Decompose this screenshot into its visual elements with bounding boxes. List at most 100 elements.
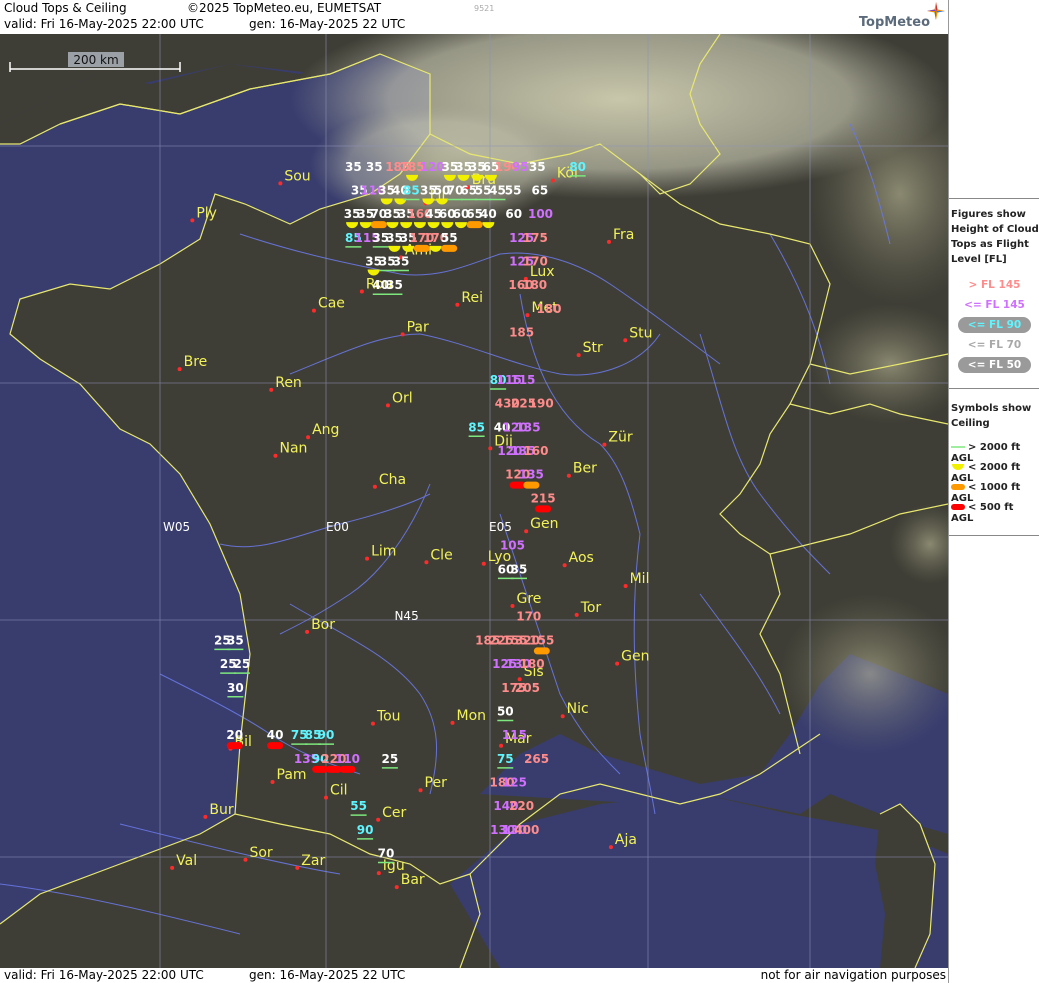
cloud-map[interactable]: 200 km W05E00E05N45 SouPlyBruLilKölAmiFr… — [0, 34, 948, 968]
cloud-top-value: 115 — [510, 373, 535, 387]
city-dot — [269, 387, 274, 392]
city-dot — [450, 720, 455, 725]
city-label[interactable]: Sor — [249, 845, 272, 861]
city-label[interactable]: Ang — [312, 422, 339, 438]
grid-label: W05 — [163, 520, 190, 534]
ceiling-critical-marker — [267, 742, 284, 750]
city-label[interactable]: Tou — [376, 709, 401, 725]
cloud-top-value: 170 — [523, 255, 548, 269]
cloud-top-value: 65 — [532, 184, 549, 198]
cloud-top-value: 60 — [505, 207, 522, 221]
city-dot — [574, 612, 579, 617]
cloud-top-value: 185 — [509, 326, 534, 340]
city-label[interactable]: Cha — [379, 472, 406, 488]
city-dot — [608, 845, 613, 850]
city-label[interactable]: Zür — [608, 430, 632, 446]
city-label[interactable]: Ren — [275, 375, 302, 391]
city-dot — [602, 442, 607, 447]
city-label[interactable]: Per — [425, 775, 448, 791]
city-label[interactable]: Stu — [629, 325, 652, 341]
city-label[interactable]: Gen — [530, 516, 558, 532]
map-footer: valid: Fri 16-May-2025 22:00 UTC gen: 16… — [0, 968, 948, 983]
city-label[interactable]: Orl — [392, 390, 413, 406]
city-label[interactable]: Gre — [516, 591, 541, 607]
cloud-top-value: 85 — [468, 420, 485, 434]
city-label[interactable]: Fra — [613, 227, 634, 243]
figures-legend-item: <= FL 70 — [949, 339, 1039, 351]
figures-title-line: Figures show — [951, 209, 1026, 220]
city-dot — [455, 302, 460, 307]
city-label[interactable]: Mon — [456, 708, 486, 724]
city-dot — [170, 865, 175, 870]
city-label[interactable]: Zar — [301, 853, 325, 869]
cloud-top-value: 265 — [524, 752, 549, 766]
city-label[interactable]: Cae — [318, 296, 345, 312]
city-dot — [370, 721, 375, 726]
city-dot — [623, 338, 628, 343]
cloud-top-value: 180 — [536, 302, 561, 316]
city-dot — [550, 178, 555, 183]
city-label[interactable]: Nic — [567, 701, 589, 717]
cloud-top-value: 70 — [378, 847, 395, 861]
city-dot — [424, 560, 429, 565]
city-label[interactable]: Gen — [621, 649, 649, 665]
ceiling-verylow-marker — [370, 221, 387, 229]
cloud-top-value: 55 — [505, 184, 522, 198]
cloud-top-value: 170 — [516, 610, 541, 624]
cloud-top-value: 400 — [514, 823, 539, 837]
cloud-top-value: 90 — [357, 823, 374, 837]
city-label[interactable]: Bre — [184, 354, 208, 370]
city-dot — [615, 661, 620, 666]
city-dot — [394, 885, 399, 890]
city-label[interactable]: Str — [583, 340, 603, 356]
cloud-top-value: 100 — [528, 207, 553, 221]
city-label[interactable]: Ply — [196, 205, 217, 221]
figures-legend-item: <= FL 145 — [949, 299, 1039, 311]
city-label[interactable]: Val — [176, 853, 197, 869]
ceiling-verylow-marker — [441, 244, 458, 252]
city-label[interactable]: Rei — [461, 290, 483, 306]
cloud-top-value: 205 — [515, 681, 540, 695]
city-label[interactable]: Cer — [382, 805, 406, 821]
city-dot — [510, 603, 515, 608]
city-label[interactable]: Aja — [615, 832, 637, 848]
ceiling-critical-marker — [312, 765, 329, 773]
city-dot — [499, 743, 504, 748]
cloud-top-value: 35 — [345, 160, 362, 174]
city-label[interactable]: Cle — [430, 547, 452, 563]
cloud-top-value: 35 — [393, 255, 410, 269]
city-dot — [295, 865, 300, 870]
ceiling-verylow-marker — [523, 481, 540, 489]
city-label[interactable]: Sou — [284, 168, 310, 184]
city-dot — [566, 473, 571, 478]
copyright-text: ©2025 TopMeteo.eu, EUMETSAT — [187, 1, 382, 15]
figures-legend-label: <= FL 50 — [957, 357, 1032, 373]
city-label[interactable]: Bor — [311, 617, 335, 633]
symbols-legend-item: > 2000 ft AGL — [951, 442, 1036, 464]
city-label[interactable]: Bur — [209, 802, 233, 818]
ceiling-critical-marker — [226, 742, 243, 750]
cloud-top-value: 40 — [480, 207, 497, 221]
city-label[interactable]: Lim — [371, 544, 396, 560]
city-label[interactable]: Aos — [569, 550, 594, 566]
scale-bar-label: 200 km — [73, 53, 118, 67]
cloud-top-value: 35 — [511, 562, 528, 576]
city-label[interactable]: Mil — [630, 571, 650, 587]
ceiling-critical-marker — [339, 765, 356, 773]
city-dot — [376, 871, 381, 876]
symbols-legend-item: < 500 ft AGL — [951, 502, 1036, 524]
city-label[interactable]: Cil — [330, 783, 348, 799]
city-label[interactable]: Tor — [580, 600, 602, 616]
figures-legend: Figures show Height of Cloud Tops as Fli… — [949, 198, 1039, 387]
city-label[interactable]: Bar — [401, 872, 425, 888]
city-label[interactable]: Nan — [279, 441, 307, 457]
cloud-top-value: 35 — [227, 633, 244, 647]
city-dot — [525, 313, 530, 318]
city-dot — [606, 239, 611, 244]
cloud-top-value: 55 — [350, 799, 367, 813]
city-label[interactable]: Pam — [277, 767, 307, 783]
city-label[interactable]: Ber — [573, 461, 597, 477]
cloud-top-value: 55 — [441, 231, 458, 245]
city-label[interactable]: Par — [407, 319, 429, 335]
symbols-legend: Symbols show Ceiling > 2000 ft AGL < 2000… — [949, 388, 1039, 536]
